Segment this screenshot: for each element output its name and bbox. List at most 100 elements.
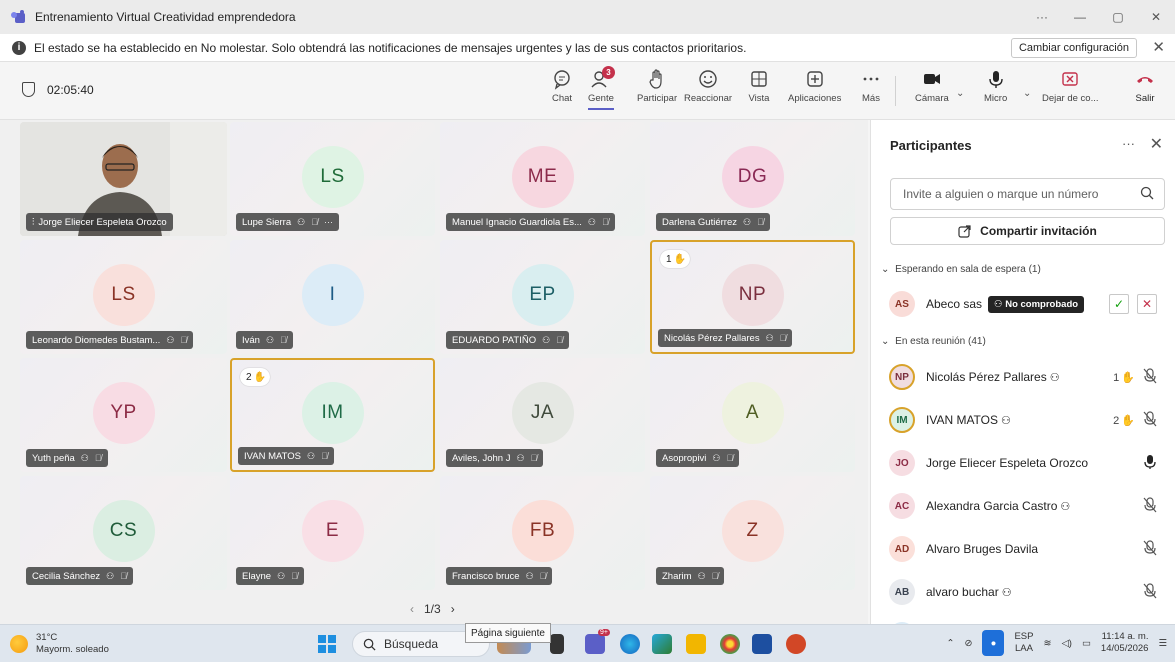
deny-button[interactable]: ✕ [1137,294,1157,314]
battery-icon[interactable]: ▭ [1082,638,1091,649]
people-button[interactable]: 3 Gente [588,66,615,110]
tile-more-icon[interactable]: ··· [324,217,333,227]
admit-button[interactable]: ✓ [1109,294,1129,314]
notification-center-icon[interactable]: ☰ [1158,638,1167,649]
participant-row[interactable]: AD Alvaro Bruges Davila [889,534,1169,564]
language-indicator[interactable]: ESP LAA [1014,631,1033,655]
volume-icon[interactable]: ◁) [1061,638,1071,649]
leave-label: Salir [1135,93,1155,104]
raised-hand-icon: ✋ [673,253,687,265]
file-explorer-icon[interactable] [686,634,706,654]
chat-button[interactable]: Chat [551,68,573,104]
participant-tile[interactable]: E Elayne ⚇ 🎙̸ [230,476,435,590]
raised-hand-badge: 1 ✋ [660,250,691,268]
apps-button[interactable]: Aplicaciones [788,68,841,104]
wifi-icon[interactable]: ≋ [1043,638,1051,649]
view-button[interactable]: Vista [748,68,770,104]
search-icon [1140,186,1154,200]
avatar: ME [511,146,574,208]
participant-row[interactable]: NP Nicolás Pérez Pallares ⚇ 1 ✋ [889,362,1169,392]
mic-options-chevron-icon[interactable]: ⌄ [1023,88,1031,99]
window-minimize-button[interactable]: — [1061,10,1099,24]
participant-tile[interactable]: DG Darlena Gutiérrez ⚇ 🎙̸ [650,122,855,236]
participant-tile[interactable]: YP Yuth peña ⚇ 🎙̸ [20,358,227,472]
microphone-in-use-icon[interactable]: ● [982,630,1005,656]
camera-options-chevron-icon[interactable]: ⌄ [956,88,964,99]
external-user-icon: ⚇ [712,452,721,463]
share-invite-button[interactable]: Compartir invitación [890,217,1165,245]
mic-muted-icon: 🎙̸ [180,335,188,345]
camera-button[interactable]: Cámara [915,68,949,104]
participant-row[interactable]: AC Alexandra Garcia Castro ⚇ [889,491,1169,521]
avatar: JO [889,450,915,476]
close-notification-icon[interactable]: ✕ [1152,38,1165,56]
unverified-badge: ⚇ No comprobado [988,295,1085,313]
notifications-muted-icon[interactable]: ⊘ [965,638,973,649]
panel-close-icon[interactable]: ✕ [1150,134,1163,154]
stop-sharing-button[interactable]: Dejar de co... [1042,68,1099,104]
next-page-button[interactable]: › [451,602,455,616]
mic-muted-icon: 🎙̸ [311,217,318,227]
mic-muted-icon: 🎙̸ [779,333,787,343]
participant-tile[interactable]: LS Lupe Sierra ⚇ 🎙̸ ··· [230,122,435,236]
participant-name: Asopropivi [662,452,707,464]
mic-muted-icon: 🎙̸ [556,335,563,345]
edge-browser-icon[interactable] [620,634,640,654]
app-icon[interactable] [652,634,672,654]
previous-page-button[interactable]: ‹ [410,602,414,616]
participant-name: Nicolás Pérez Pallares [664,332,760,344]
participant-tile[interactable]: Z Zharim ⚇ 🎙̸ [650,476,855,590]
windows-start-icon[interactable] [318,635,336,653]
camera-icon [923,74,940,84]
store-icon[interactable] [752,634,772,654]
react-button[interactable]: Reaccionar [684,68,732,104]
participant-name: Francisco bruce [452,570,520,582]
window-maximize-button[interactable]: ▢ [1099,10,1137,24]
panel-more-icon[interactable]: ··· [1122,136,1135,151]
weather-widget[interactable]: 31°C Mayorm. soleado [10,632,109,656]
participant-tile[interactable]: FB Francisco bruce ⚇ 🎙̸ [440,476,645,590]
lobby-section-header[interactable]: ⌄ Esperando en sala de espera (1) [881,264,1041,275]
mic-muted-icon [1143,540,1157,559]
participant-row[interactable]: JO Jorge Eliecer Espeleta Orozco [889,448,1169,478]
avatar: DG [721,146,784,208]
invite-input[interactable]: Invite a alguien o marque un número [890,178,1165,210]
participant-tile[interactable]: NP 1 ✋ Nicolás Pérez Pallares ⚇ 🎙̸ [650,240,855,354]
apps-label: Aplicaciones [788,93,842,104]
leave-button[interactable]: Salir [1134,68,1156,104]
mic-muted-icon: 🎙̸ [120,571,127,581]
participant-tile[interactable]: ⫶ Jorge Eliecer Espeleta Orozco [20,122,227,236]
participant-tile[interactable]: LS Leonardo Diomedes Bustam... ⚇ 🎙̸ [20,240,227,354]
chevron-up-icon[interactable]: ⌃ [947,638,955,649]
participant-tile[interactable]: CS Cecilia Sánchez ⚇ 🎙̸ [20,476,227,590]
powerpoint-icon[interactable] [786,634,806,654]
window-close-button[interactable]: ✕ [1137,10,1175,24]
participant-tile[interactable]: I Iván ⚇ 🎙̸ [230,240,435,354]
participant-tile[interactable]: IM 2 ✋ IVAN MATOS ⚇ 🎙̸ [230,358,435,472]
participant-tile[interactable]: EP EDUARDO PATIÑO ⚇ 🎙̸ [440,240,645,354]
participant-tile[interactable]: JA Aviles, John J ⚇ 🎙̸ [440,358,645,472]
task-view-icon[interactable] [550,634,564,654]
participant-nameplate: Yuth peña ⚇ 🎙̸ [26,449,108,467]
participant-tile[interactable]: A Asopropivi ⚇ 🎙̸ [650,358,855,472]
taskbar-clock[interactable]: 11:14 a. m. 14/05/2026 [1101,631,1149,655]
teams-taskbar-icon[interactable] [585,634,605,654]
sun-icon [10,635,28,653]
participant-tile[interactable]: ME Manuel Ignacio Guardiola Es... ⚇ 🎙̸ [440,122,645,236]
window-more-button[interactable]: ··· [1023,10,1061,24]
participant-row[interactable]: IM IVAN MATOS ⚇ 2 ✋ [889,405,1169,435]
participant-name: Zharim [662,570,692,582]
participant-row[interactable]: AB alvaro buchar ⚇ [889,577,1169,607]
change-settings-button[interactable]: Cambiar configuración [1010,38,1137,58]
more-button[interactable]: Más [860,68,882,104]
mic-button[interactable]: Micro [984,68,1007,104]
hang-up-icon [1137,77,1153,83]
weather-desc: Mayorm. soleado [36,644,109,655]
participants-panel: Participantes ··· ✕ Invite a alguien o m… [870,120,1175,624]
participant-nameplate: Francisco bruce ⚇ 🎙̸ [446,567,553,585]
raised-hand-icon: ✋ [1121,415,1135,427]
lobby-participant[interactable]: AS Abeco sas ⚇ No comprobado ✓ ✕ [889,289,1169,319]
meeting-section-header[interactable]: ⌄ En esta reunión (41) [881,336,986,347]
chrome-browser-icon[interactable] [720,634,740,654]
raise-hand-button[interactable]: Participar [637,68,677,104]
